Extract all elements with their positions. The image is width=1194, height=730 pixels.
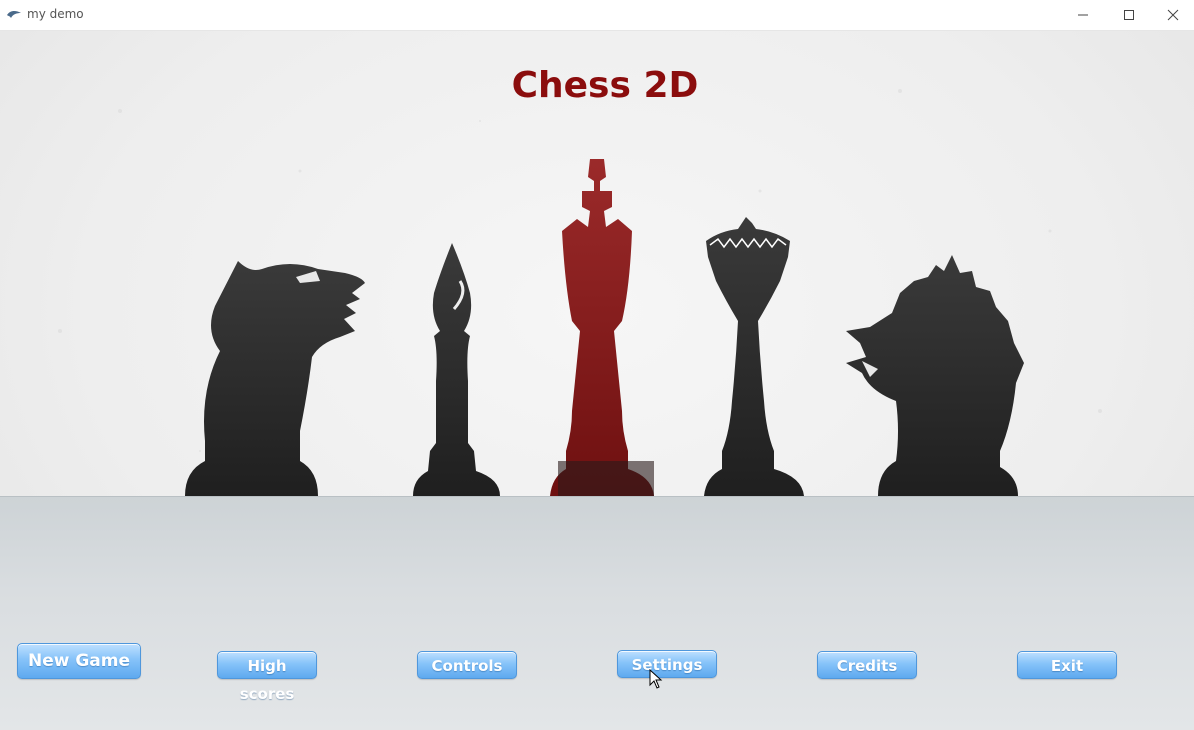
game-scene: Chess 2D New Game High scores Controls S… — [0, 31, 1194, 730]
wolf-knight-piece — [185, 261, 365, 496]
new-game-button[interactable]: New Game — [17, 643, 141, 679]
queen-piece — [704, 217, 804, 496]
maximize-button[interactable] — [1106, 0, 1152, 30]
credits-button[interactable]: Credits — [817, 651, 917, 679]
high-scores-button[interactable]: High scores — [217, 651, 317, 703]
exit-button[interactable]: Exit — [1017, 651, 1117, 679]
window-title: my demo — [27, 7, 84, 21]
maximize-icon — [1124, 10, 1134, 20]
dragon-knight-piece — [846, 255, 1024, 496]
king-piece — [550, 159, 654, 496]
window-titlebar: my demo — [0, 0, 1194, 31]
close-button[interactable] — [1150, 0, 1194, 30]
controls-button[interactable]: Controls — [417, 651, 517, 679]
close-icon — [1167, 9, 1179, 21]
minimize-button[interactable] — [1060, 0, 1106, 30]
bishop-piece — [413, 243, 500, 496]
chess-pieces-artwork — [185, 159, 1024, 496]
settings-button[interactable]: Settings — [617, 650, 717, 678]
mouse-cursor-icon — [649, 669, 663, 689]
app-icon — [7, 10, 21, 18]
minimize-icon — [1078, 14, 1088, 16]
